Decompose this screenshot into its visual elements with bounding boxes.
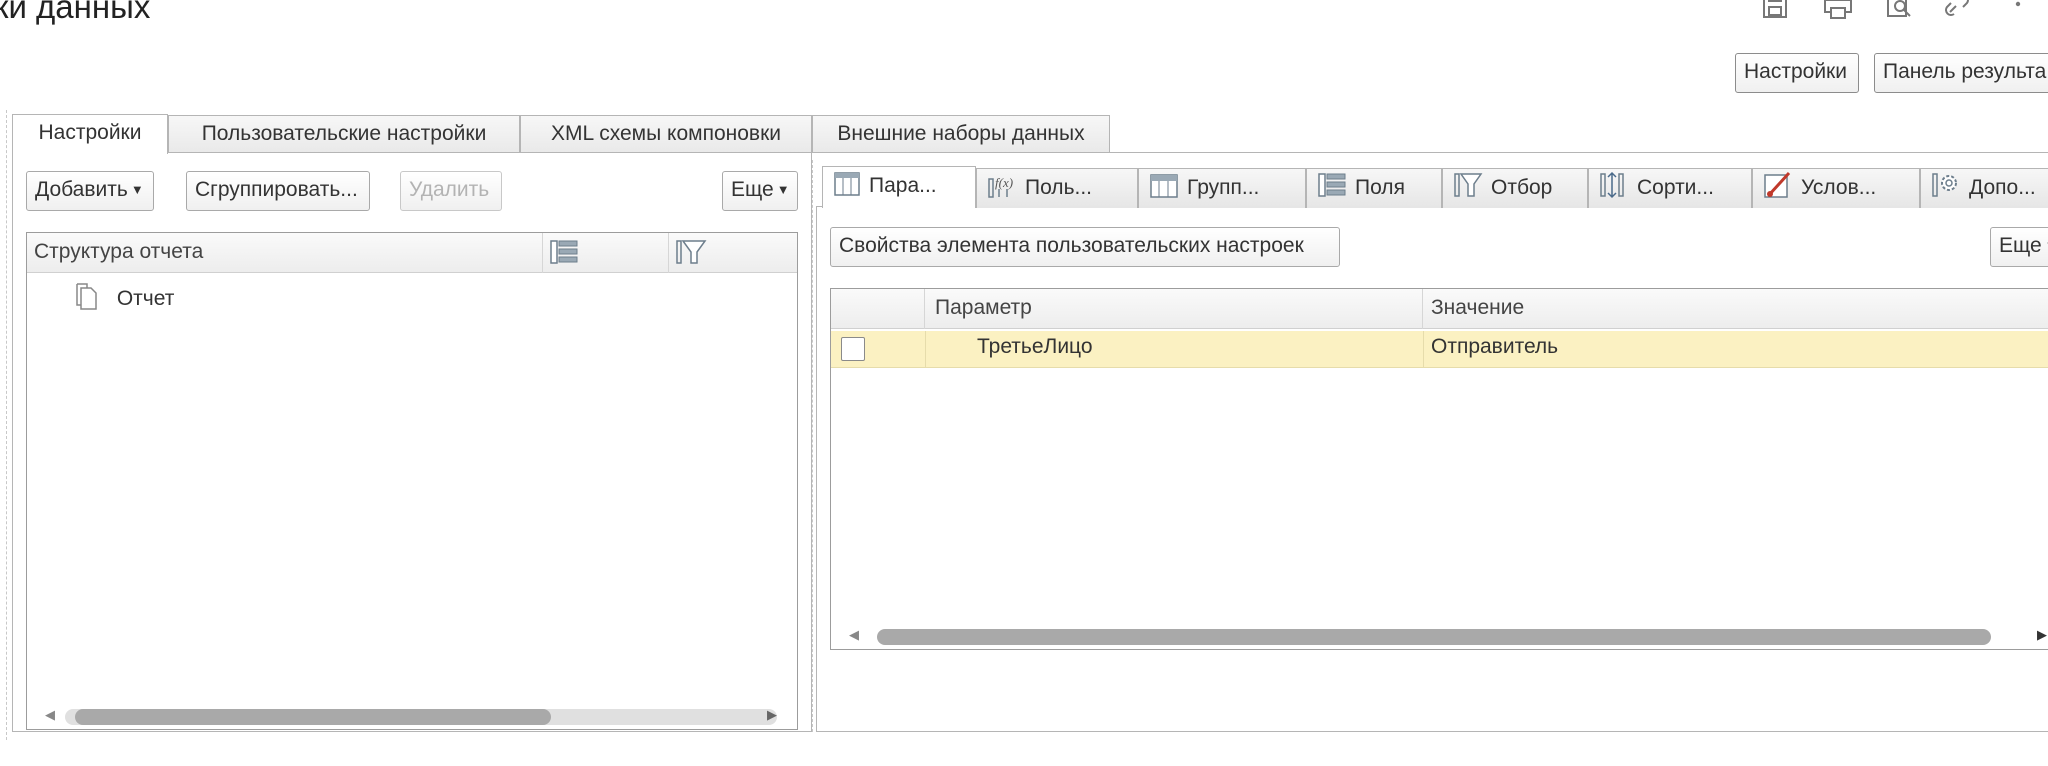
sort-icon: [1600, 171, 1624, 199]
gear-icon: [1932, 173, 1957, 197]
chevron-down-icon: ▼: [776, 182, 790, 197]
page-title: ки данных: [0, 0, 151, 25]
preview-icon[interactable]: [1884, 0, 1914, 24]
link-icon[interactable]: [1942, 0, 1972, 24]
results-panel-button[interactable]: Панель результа: [1874, 53, 2048, 93]
add-button-label: Добавить: [35, 178, 128, 201]
filter-icon: [1454, 173, 1483, 197]
tab-strip-divider: [12, 152, 2048, 153]
scroll-left-icon[interactable]: ◀: [849, 627, 859, 643]
more-vertical-icon[interactable]: [2012, 0, 2024, 24]
tab-additional[interactable]: Допо...: [1920, 168, 2048, 208]
group-button[interactable]: Сгруппировать...: [186, 171, 370, 211]
more-button-left[interactable]: Еще ▼: [722, 171, 798, 211]
add-button[interactable]: Добавить ▼: [26, 171, 154, 211]
chevron-down-icon: ▼: [130, 182, 144, 197]
item-properties-button[interactable]: Свойства элемента пользовательских настр…: [830, 227, 1340, 267]
settings-button[interactable]: Настройки: [1735, 53, 1859, 93]
tab-xml-schemas[interactable]: XML схемы компоновки: [520, 115, 812, 153]
tab-sorting[interactable]: Сорти...: [1588, 168, 1752, 208]
tree-item-report[interactable]: Отчет: [75, 283, 174, 313]
parameters-table-header: Параметр Значение: [831, 289, 2048, 329]
tab-fields-label: Поля: [1355, 176, 1405, 199]
svg-text:f(x): f(x): [995, 175, 1013, 190]
save-icon[interactable]: [1760, 0, 1790, 24]
header-check-column: [831, 289, 925, 329]
tab-parameters[interactable]: Пара...: [822, 166, 976, 208]
scroll-left-icon[interactable]: ◀: [45, 707, 55, 723]
tab-filter[interactable]: Отбор: [1442, 168, 1588, 208]
tab-custom-fields[interactable]: f(x) Поль...: [976, 168, 1138, 208]
print-icon[interactable]: [1822, 0, 1854, 24]
tab-settings[interactable]: Настройки: [12, 114, 168, 154]
more-button-right[interactable]: Еще▼: [1990, 227, 2048, 267]
filter-icon[interactable]: [669, 233, 797, 273]
row-divider: [925, 331, 926, 367]
header-parameter[interactable]: Параметр: [925, 289, 1423, 329]
document-icon: [76, 283, 97, 310]
structure-header: Структура отчета: [27, 233, 797, 273]
delete-button[interactable]: Удалить: [400, 171, 502, 211]
tab-grouping[interactable]: Групп...: [1138, 168, 1306, 208]
parameters-icon: [834, 172, 860, 196]
parameters-table[interactable]: Параметр Значение ТретьеЛицо Отправитель…: [830, 288, 2048, 650]
header-value[interactable]: Значение: [1423, 289, 2048, 329]
tab-grouping-label: Групп...: [1187, 176, 1260, 199]
horizontal-scrollbar[interactable]: [877, 629, 1991, 645]
structure-tree[interactable]: Структура отчета Отчет ◀ ▶: [26, 232, 798, 730]
tab-additional-label: Допо...: [1969, 176, 2036, 199]
tab-custom-fields-label: Поль...: [1025, 176, 1093, 199]
tab-sorting-label: Сорти...: [1637, 176, 1714, 199]
scroll-right-icon[interactable]: ▶: [767, 707, 777, 723]
tab-fields[interactable]: Поля: [1306, 168, 1442, 208]
scrollbar-thumb[interactable]: [75, 709, 551, 725]
conditional-format-icon: [1764, 171, 1791, 198]
tab-external-datasets[interactable]: Внешние наборы данных: [812, 115, 1110, 153]
structure-header-label: Структура отчета: [27, 233, 543, 273]
table-row[interactable]: ТретьеЛицо Отправитель: [831, 331, 2048, 368]
more-button-left-label: Еще: [731, 178, 774, 201]
row-parameter: ТретьеЛицо: [977, 335, 1093, 358]
fields-icon: [1318, 173, 1346, 197]
tab-conditional-format-label: Услов...: [1801, 176, 1877, 199]
tab-conditional-format[interactable]: Услов...: [1752, 168, 1920, 208]
row-divider: [1423, 331, 1424, 367]
scroll-right-icon[interactable]: ▶: [2037, 627, 2047, 643]
tab-parameters-label: Пара...: [869, 174, 937, 197]
custom-fields-icon: f(x): [988, 175, 1013, 198]
tab-filter-label: Отбор: [1491, 176, 1553, 199]
tab-user-settings[interactable]: Пользовательские настройки: [168, 115, 520, 153]
row-checkbox[interactable]: [841, 337, 865, 361]
tree-item-report-label: Отчет: [116, 287, 175, 310]
row-value[interactable]: Отправитель: [1431, 335, 1558, 359]
more-button-right-label: Еще: [1999, 234, 2042, 257]
fields-icon[interactable]: [543, 233, 669, 273]
grouping-icon: [1150, 174, 1178, 198]
